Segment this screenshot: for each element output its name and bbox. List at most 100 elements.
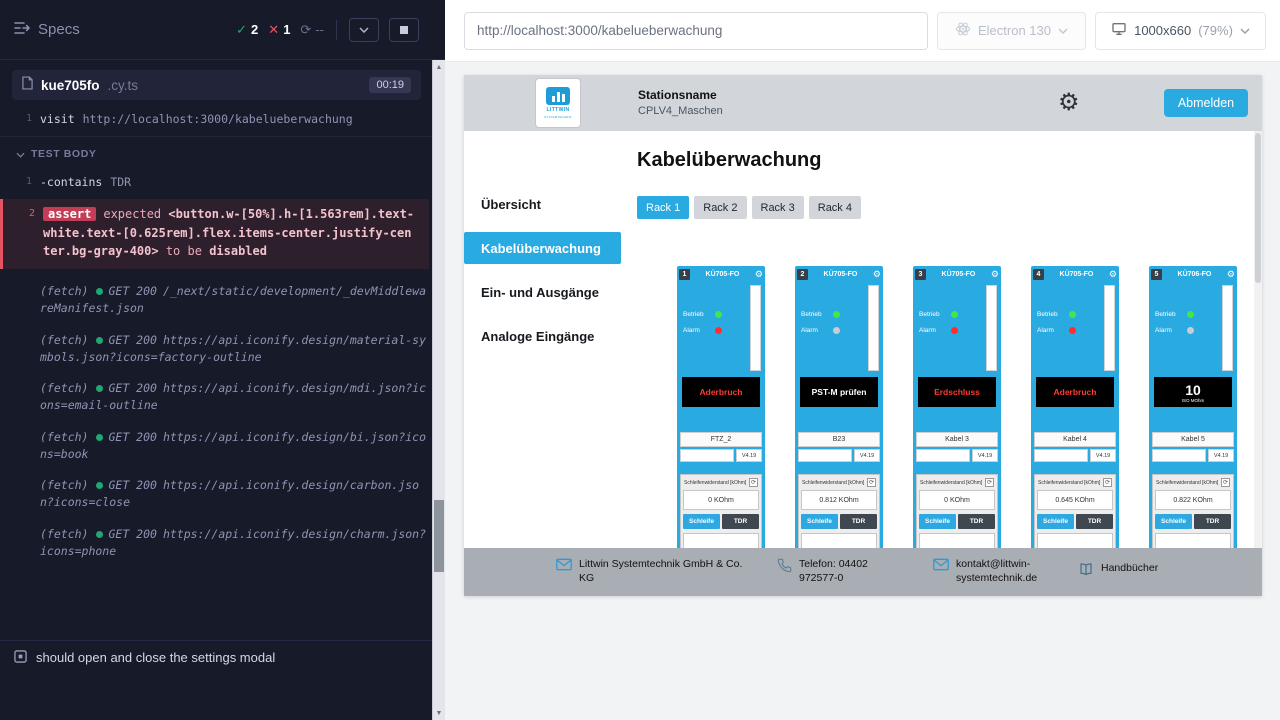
sidenav-item-label: Analoge Eingänge <box>481 329 594 344</box>
alarm-led <box>951 327 958 334</box>
sidenav-item[interactable]: Ein- und Ausgänge <box>464 276 637 308</box>
phone-icon <box>777 558 792 578</box>
status-ok-dot <box>96 482 103 489</box>
reporter-scrollbar[interactable]: ▲ ▼ <box>432 60 445 720</box>
tdr-button[interactable]: TDR <box>722 514 759 529</box>
cable-name-field: Kabel 5 <box>1152 432 1234 447</box>
refresh-icon[interactable]: ⟳ <box>1221 478 1230 487</box>
card-header: 1 KÜ705-FO ⚙ <box>679 268 763 281</box>
viewport-select[interactable]: 1000x660 (79%) <box>1095 12 1266 50</box>
logout-button[interactable]: Abmelden <box>1164 89 1248 117</box>
log-contains-command[interactable]: 1 -containsTDR <box>0 171 445 197</box>
schleife-button[interactable]: Schleife <box>683 514 720 529</box>
sidenav-item[interactable]: Kabelüberwachung <box>464 232 621 264</box>
stop-run-button[interactable] <box>389 18 419 42</box>
card-gear-icon[interactable]: ⚙ <box>1109 270 1117 279</box>
rack-tab[interactable]: Rack 3 <box>752 196 804 219</box>
network-log-entry[interactable]: (fetch)GET 200https://api.iconify.design… <box>0 425 445 468</box>
manuals-link[interactable]: Handbücher <box>1101 562 1158 576</box>
measurement-panel: Schleifenwiderstand [kOhm] ⟳ 0.812 KOhm … <box>798 474 880 548</box>
card-number-badge: 1 <box>679 269 690 280</box>
blank-field <box>798 449 852 462</box>
sidenav-item-label: Übersicht <box>481 197 541 212</box>
card-gear-icon[interactable]: ⚙ <box>991 270 999 279</box>
test-body-section-toggle[interactable]: TEST BODY <box>0 137 445 171</box>
firmware-version: V4.19 <box>736 449 762 462</box>
spec-file-row[interactable]: kue705fo .cy.ts 00:19 <box>12 70 421 100</box>
network-log-entry[interactable]: (fetch)GET 200https://api.iconify.design… <box>0 473 445 516</box>
fetch-status: GET 200 <box>108 381 156 395</box>
schleife-button[interactable]: Schleife <box>1155 514 1192 529</box>
collapse-all-button[interactable] <box>349 18 379 42</box>
fetch-status: GET 200 <box>108 284 156 298</box>
scroll-down-arrow[interactable]: ▼ <box>433 706 445 720</box>
app-scrollbar-thumb[interactable] <box>1255 133 1261 283</box>
phone-number[interactable]: Telefon: 04402 972577-0 <box>799 558 903 585</box>
littwin-logo: LITTWIN SYSTEMTECHNIK <box>536 79 580 127</box>
next-test-row[interactable]: should open and close the settings modal <box>0 640 445 674</box>
station-info: Stationsname CPLV4_Maschen <box>638 87 723 118</box>
betrieb-row: Betrieb <box>1155 311 1194 318</box>
sidenav-item[interactable]: Übersicht <box>464 188 637 220</box>
status-subtext: ISO MOhm <box>1182 398 1205 403</box>
betrieb-led <box>951 311 958 318</box>
schleife-button[interactable]: Schleife <box>1037 514 1074 529</box>
browser-name: Electron 130 <box>978 23 1051 38</box>
tdr-button[interactable]: TDR <box>1076 514 1113 529</box>
browser-select[interactable]: Electron 130 <box>937 12 1086 50</box>
card-gear-icon[interactable]: ⚙ <box>755 270 763 279</box>
tdr-button[interactable]: TDR <box>1194 514 1231 529</box>
tdr-button[interactable]: TDR <box>958 514 995 529</box>
rack-tab[interactable]: Rack 4 <box>809 196 861 219</box>
measurement-header: Schleifenwiderstand [kOhm] ⟳ <box>919 477 995 488</box>
failed-assert-entry[interactable]: 2 assertexpected <button.w-[50%].h-[1.56… <box>0 199 429 269</box>
specs-menu-button[interactable]: Specs <box>14 21 80 39</box>
tdr-button[interactable]: TDR <box>840 514 877 529</box>
card-number-badge: 5 <box>1151 269 1162 280</box>
settings-gear-icon[interactable]: ⚙ <box>1058 91 1080 115</box>
app-body: Übersicht Kabelüberwachung Ein- und Ausg… <box>464 131 1262 548</box>
card-gear-icon[interactable]: ⚙ <box>1227 270 1235 279</box>
email-address[interactable]: kontakt@littwin-systemtechnik.de <box>956 558 1048 585</box>
browser-panel: http://localhost:3000/kabelueberwachung … <box>445 0 1280 720</box>
device-card: 4 KÜ705-FO ⚙ Betrieb <box>1031 266 1119 548</box>
schleife-button[interactable]: Schleife <box>801 514 838 529</box>
measurement-label: Schleifenwiderstand [kOhm] <box>802 480 864 486</box>
card-header: 4 KÜ705-FO ⚙ <box>1033 268 1117 281</box>
status-text: 10 <box>1185 382 1201 398</box>
app-under-test: LITTWIN SYSTEMTECHNIK Stationsname CPLV4… <box>464 75 1262 596</box>
refresh-icon[interactable]: ⟳ <box>867 478 876 487</box>
device-cards: 1 KÜ705-FO ⚙ Betrieb <box>677 266 1262 548</box>
device-meter-strip <box>750 285 761 371</box>
network-log-entry[interactable]: (fetch)GET 200https://api.iconify.design… <box>0 522 445 565</box>
rack-tab[interactable]: Rack 1 <box>637 196 689 219</box>
app-scrollbar[interactable] <box>1254 131 1262 548</box>
log-visit-command[interactable]: 1 visithttp://localhost:3000/kabelueberw… <box>0 108 445 137</box>
command-name: -contains <box>40 175 102 189</box>
cable-name-field: Kabel 4 <box>1034 432 1116 447</box>
measurement-extra-field <box>683 533 759 548</box>
sidenav-item[interactable]: Analoge Eingänge <box>464 320 637 352</box>
resistance-value: 0 KOhm <box>683 490 759 510</box>
status-ok-dot <box>96 434 103 441</box>
network-log-entry[interactable]: (fetch)GET 200https://api.iconify.design… <box>0 328 445 371</box>
rack-tab[interactable]: Rack 2 <box>694 196 746 219</box>
command-url: http://localhost:3000/kabelueberwachung <box>83 112 353 126</box>
scrollbar-thumb[interactable] <box>434 500 444 572</box>
refresh-icon[interactable]: ⟳ <box>985 478 994 487</box>
measurement-extra-field <box>1037 533 1113 548</box>
card-number-badge: 3 <box>915 269 926 280</box>
version-row: V4.19 <box>798 449 880 462</box>
network-log-entry[interactable]: (fetch)GET 200https://api.iconify.design… <box>0 376 445 419</box>
schleife-button[interactable]: Schleife <box>919 514 956 529</box>
measurement-buttons: Schleife TDR <box>919 514 995 529</box>
network-log-entry[interactable]: (fetch)GET 200/_next/static/development/… <box>0 279 445 322</box>
scroll-up-arrow[interactable]: ▲ <box>433 60 445 74</box>
card-gear-icon[interactable]: ⚙ <box>873 270 881 279</box>
url-input[interactable]: http://localhost:3000/kabelueberwachung <box>464 12 928 50</box>
card-header: 2 KÜ705-FO ⚙ <box>797 268 881 281</box>
station-label: Stationsname <box>638 87 723 103</box>
refresh-icon[interactable]: ⟳ <box>1103 478 1112 487</box>
refresh-icon[interactable]: ⟳ <box>749 478 758 487</box>
footer-manuals: Handbücher <box>1078 562 1158 582</box>
